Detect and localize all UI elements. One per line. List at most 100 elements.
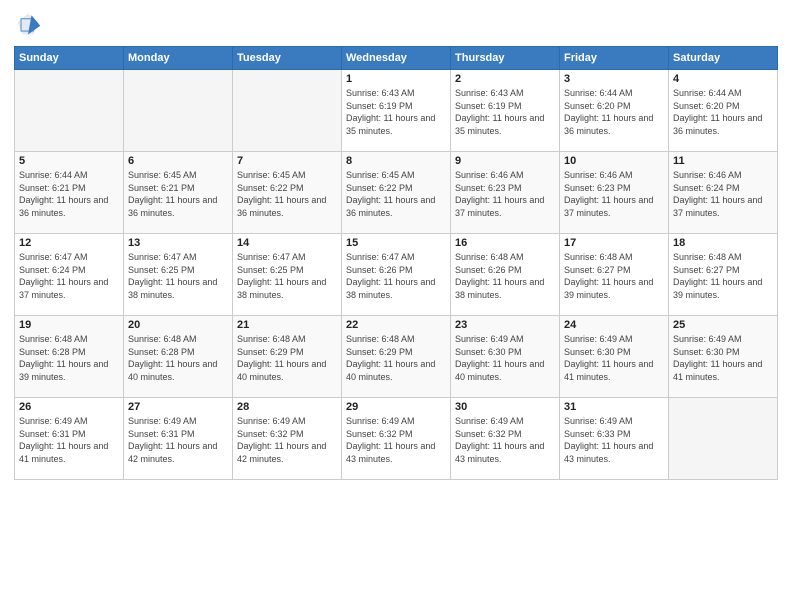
day-info: Sunrise: 6:46 AMSunset: 6:23 PMDaylight:… <box>564 169 664 219</box>
day-info: Sunrise: 6:49 AMSunset: 6:32 PMDaylight:… <box>237 415 337 465</box>
day-info: Sunrise: 6:45 AMSunset: 6:22 PMDaylight:… <box>237 169 337 219</box>
day-number: 17 <box>564 237 664 249</box>
calendar-cell <box>669 398 778 480</box>
weekday-header-wednesday: Wednesday <box>342 47 451 70</box>
day-info: Sunrise: 6:45 AMSunset: 6:21 PMDaylight:… <box>128 169 228 219</box>
weekday-header-monday: Monday <box>124 47 233 70</box>
calendar-table: SundayMondayTuesdayWednesdayThursdayFrid… <box>14 46 778 480</box>
calendar-cell <box>233 70 342 152</box>
day-info: Sunrise: 6:48 AMSunset: 6:28 PMDaylight:… <box>19 333 119 383</box>
day-number: 2 <box>455 73 555 85</box>
calendar-cell: 7 Sunrise: 6:45 AMSunset: 6:22 PMDaylight… <box>233 152 342 234</box>
header <box>14 10 778 38</box>
day-number: 7 <box>237 155 337 167</box>
day-info: Sunrise: 6:49 AMSunset: 6:31 PMDaylight:… <box>19 415 119 465</box>
day-number: 5 <box>19 155 119 167</box>
calendar-cell: 2 Sunrise: 6:43 AMSunset: 6:19 PMDaylight… <box>451 70 560 152</box>
weekday-header-sunday: Sunday <box>15 47 124 70</box>
calendar-cell: 21 Sunrise: 6:48 AMSunset: 6:29 PMDayligh… <box>233 316 342 398</box>
day-info: Sunrise: 6:49 AMSunset: 6:30 PMDaylight:… <box>673 333 773 383</box>
day-number: 21 <box>237 319 337 331</box>
calendar-cell: 8Sunrise: 6:45 AMSunset: 6:22 PMDaylight… <box>342 152 451 234</box>
day-number: 16 <box>455 237 555 249</box>
logo <box>14 10 46 38</box>
day-info: Sunrise: 6:46 AMSunset: 6:24 PMDaylight:… <box>673 169 773 219</box>
day-info: Sunrise: 6:49 AMSunset: 6:33 PMDaylight:… <box>564 415 664 465</box>
calendar-cell: 10Sunrise: 6:46 AMSunset: 6:23 PMDayligh… <box>560 152 669 234</box>
weekday-header-row: SundayMondayTuesdayWednesdayThursdayFrid… <box>15 47 778 70</box>
calendar-cell: 29Sunrise: 6:49 AMSunset: 6:32 PMDayligh… <box>342 398 451 480</box>
day-number: 22 <box>346 319 446 331</box>
day-number: 31 <box>564 401 664 413</box>
weekday-header-friday: Friday <box>560 47 669 70</box>
calendar-cell: 12 Sunrise: 6:47 AMSunset: 6:24 PMDayligh… <box>15 234 124 316</box>
calendar-week-row: 1Sunrise: 6:43 AMSunset: 6:19 PMDaylight… <box>15 70 778 152</box>
day-number: 13 <box>128 237 228 249</box>
day-info: Sunrise: 6:48 AMSunset: 6:27 PMDaylight:… <box>564 251 664 301</box>
day-info: Sunrise: 6:48 AMSunset: 6:27 PMDaylight:… <box>673 251 773 301</box>
day-number: 23 <box>455 319 555 331</box>
calendar-cell: 20Sunrise: 6:48 AMSunset: 6:28 PMDayligh… <box>124 316 233 398</box>
day-number: 24 <box>564 319 664 331</box>
logo-icon <box>14 10 42 38</box>
calendar-week-row: 5 Sunrise: 6:44 AMSunset: 6:21 PMDaylight… <box>15 152 778 234</box>
day-info: Sunrise: 6:47 AMSunset: 6:24 PMDaylight:… <box>19 251 119 301</box>
calendar-cell: 25 Sunrise: 6:49 AMSunset: 6:30 PMDayligh… <box>669 316 778 398</box>
day-info: Sunrise: 6:44 AMSunset: 6:20 PMDaylight:… <box>673 87 773 137</box>
day-info: Sunrise: 6:48 AMSunset: 6:29 PMDaylight:… <box>237 333 337 383</box>
day-number: 12 <box>19 237 119 249</box>
day-info: Sunrise: 6:49 AMSunset: 6:30 PMDaylight:… <box>455 333 555 383</box>
day-number: 30 <box>455 401 555 413</box>
day-info: Sunrise: 6:45 AMSunset: 6:22 PMDaylight:… <box>346 169 446 219</box>
calendar-cell: 18 Sunrise: 6:48 AMSunset: 6:27 PMDayligh… <box>669 234 778 316</box>
calendar-cell: 11 Sunrise: 6:46 AMSunset: 6:24 PMDayligh… <box>669 152 778 234</box>
calendar-cell <box>15 70 124 152</box>
day-info: Sunrise: 6:49 AMSunset: 6:32 PMDaylight:… <box>346 415 446 465</box>
calendar-cell: 16 Sunrise: 6:48 AMSunset: 6:26 PMDayligh… <box>451 234 560 316</box>
calendar-cell: 23 Sunrise: 6:49 AMSunset: 6:30 PMDayligh… <box>451 316 560 398</box>
day-info: Sunrise: 6:48 AMSunset: 6:26 PMDaylight:… <box>455 251 555 301</box>
calendar-cell: 13Sunrise: 6:47 AMSunset: 6:25 PMDayligh… <box>124 234 233 316</box>
calendar-cell: 14Sunrise: 6:47 AMSunset: 6:25 PMDayligh… <box>233 234 342 316</box>
day-number: 6 <box>128 155 228 167</box>
calendar-cell: 31 Sunrise: 6:49 AMSunset: 6:33 PMDayligh… <box>560 398 669 480</box>
calendar-week-row: 12 Sunrise: 6:47 AMSunset: 6:24 PMDayligh… <box>15 234 778 316</box>
calendar-cell: 30 Sunrise: 6:49 AMSunset: 6:32 PMDayligh… <box>451 398 560 480</box>
day-number: 19 <box>19 319 119 331</box>
page: SundayMondayTuesdayWednesdayThursdayFrid… <box>0 0 792 612</box>
day-number: 26 <box>19 401 119 413</box>
day-number: 4 <box>673 73 773 85</box>
day-number: 28 <box>237 401 337 413</box>
calendar-cell: 19 Sunrise: 6:48 AMSunset: 6:28 PMDayligh… <box>15 316 124 398</box>
calendar-cell: 27 Sunrise: 6:49 AMSunset: 6:31 PMDayligh… <box>124 398 233 480</box>
day-info: Sunrise: 6:44 AMSunset: 6:21 PMDaylight:… <box>19 169 119 219</box>
day-info: Sunrise: 6:49 AMSunset: 6:31 PMDaylight:… <box>128 415 228 465</box>
calendar-cell: 17 Sunrise: 6:48 AMSunset: 6:27 PMDayligh… <box>560 234 669 316</box>
day-number: 27 <box>128 401 228 413</box>
calendar-week-row: 26 Sunrise: 6:49 AMSunset: 6:31 PMDayligh… <box>15 398 778 480</box>
day-info: Sunrise: 6:43 AMSunset: 6:19 PMDaylight:… <box>455 87 555 137</box>
day-info: Sunrise: 6:48 AMSunset: 6:29 PMDaylight:… <box>346 333 446 383</box>
day-info: Sunrise: 6:46 AMSunset: 6:23 PMDaylight:… <box>455 169 555 219</box>
day-info: Sunrise: 6:48 AMSunset: 6:28 PMDaylight:… <box>128 333 228 383</box>
day-number: 25 <box>673 319 773 331</box>
day-info: Sunrise: 6:49 AMSunset: 6:32 PMDaylight:… <box>455 415 555 465</box>
day-number: 11 <box>673 155 773 167</box>
weekday-header-thursday: Thursday <box>451 47 560 70</box>
weekday-header-tuesday: Tuesday <box>233 47 342 70</box>
day-info: Sunrise: 6:44 AMSunset: 6:20 PMDaylight:… <box>564 87 664 137</box>
weekday-header-saturday: Saturday <box>669 47 778 70</box>
day-number: 18 <box>673 237 773 249</box>
calendar-cell: 26 Sunrise: 6:49 AMSunset: 6:31 PMDayligh… <box>15 398 124 480</box>
day-info: Sunrise: 6:47 AMSunset: 6:25 PMDaylight:… <box>237 251 337 301</box>
day-number: 9 <box>455 155 555 167</box>
calendar-week-row: 19 Sunrise: 6:48 AMSunset: 6:28 PMDayligh… <box>15 316 778 398</box>
calendar-cell: 1Sunrise: 6:43 AMSunset: 6:19 PMDaylight… <box>342 70 451 152</box>
day-number: 3 <box>564 73 664 85</box>
calendar-cell: 9 Sunrise: 6:46 AMSunset: 6:23 PMDaylight… <box>451 152 560 234</box>
calendar-cell: 24Sunrise: 6:49 AMSunset: 6:30 PMDayligh… <box>560 316 669 398</box>
day-info: Sunrise: 6:43 AMSunset: 6:19 PMDaylight:… <box>346 87 446 137</box>
calendar-cell: 3 Sunrise: 6:44 AMSunset: 6:20 PMDaylight… <box>560 70 669 152</box>
day-info: Sunrise: 6:47 AMSunset: 6:26 PMDaylight:… <box>346 251 446 301</box>
day-number: 15 <box>346 237 446 249</box>
